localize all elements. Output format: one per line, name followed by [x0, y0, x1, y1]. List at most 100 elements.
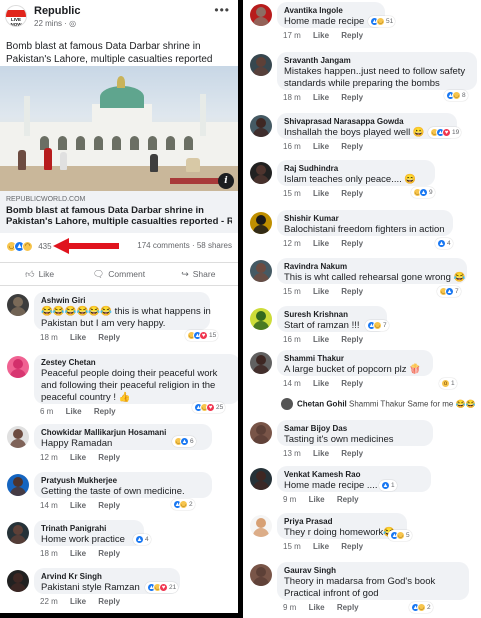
- comment-reactions[interactable]: ◡▲ 9: [411, 187, 435, 198]
- avatar[interactable]: [281, 398, 293, 410]
- comment-like-button[interactable]: Like: [313, 31, 329, 40]
- avatar[interactable]: [250, 162, 272, 184]
- reaction-count[interactable]: ◡▲◠ 435: [6, 241, 52, 252]
- comment-reply-button[interactable]: Reply: [337, 603, 359, 612]
- avatar[interactable]: [250, 515, 272, 537]
- comment-like-button[interactable]: Like: [309, 495, 325, 504]
- comment-author[interactable]: Samar Bijoy Das: [284, 424, 426, 434]
- comment-author[interactable]: Shivaprasad Narasappa Gowda: [284, 117, 450, 127]
- info-icon[interactable]: i: [218, 173, 234, 189]
- comment-reply-button[interactable]: Reply: [341, 31, 363, 40]
- comment-reply-button[interactable]: Reply: [341, 335, 363, 344]
- comment-author[interactable]: Zestey Chetan: [41, 358, 233, 368]
- comment-like-button[interactable]: Like: [313, 335, 329, 344]
- comment-like-button[interactable]: Like: [70, 597, 86, 606]
- avatar[interactable]: [250, 422, 272, 444]
- avatar[interactable]: [7, 522, 29, 544]
- comment-like-button[interactable]: Like: [313, 142, 329, 151]
- link-preview[interactable]: REPUBLICWORLD.COM Bomb blast at famous D…: [0, 191, 238, 233]
- comment-author[interactable]: Trinath Panigrahi: [41, 524, 137, 534]
- like-button[interactable]: 👍︎ Like: [0, 263, 79, 285]
- comment-reactions[interactable]: ▲◡ 7: [365, 320, 389, 331]
- comment-reactions[interactable]: ▲ 1: [379, 480, 397, 491]
- comment-author[interactable]: Arvind Kr Singh: [41, 572, 173, 582]
- comment-like-button[interactable]: Like: [313, 379, 329, 388]
- avatar[interactable]: [250, 352, 272, 374]
- comment-reply-button[interactable]: Reply: [98, 501, 120, 510]
- comment-like-button[interactable]: Like: [313, 189, 329, 198]
- avatar[interactable]: [250, 212, 272, 234]
- comment-like-button[interactable]: Like: [313, 93, 329, 102]
- share-button[interactable]: ↪ Share: [159, 263, 238, 285]
- comment-reactions[interactable]: ▲◡ 5: [388, 530, 412, 541]
- comment-reply-button[interactable]: Reply: [98, 597, 120, 606]
- comment-reply-button[interactable]: Reply: [94, 407, 116, 416]
- comment-reactions[interactable]: ▲◡ 2: [171, 499, 195, 510]
- page-name[interactable]: Republic: [34, 5, 80, 17]
- reply-author[interactable]: Chetan Gohil: [297, 400, 347, 409]
- comment-reply-button[interactable]: Reply: [337, 495, 359, 504]
- shrine-photo[interactable]: i: [0, 66, 238, 191]
- more-options-icon[interactable]: •••: [214, 3, 230, 17]
- comment-author[interactable]: Avantika Ingole: [284, 6, 378, 16]
- avatar[interactable]: [250, 468, 272, 490]
- comment-reply-button[interactable]: Reply: [341, 239, 363, 248]
- avatar[interactable]: [250, 54, 272, 76]
- avatar[interactable]: [250, 4, 272, 26]
- comment-like-button[interactable]: Like: [313, 449, 329, 458]
- comment-like-button[interactable]: Like: [313, 239, 329, 248]
- avatar[interactable]: [7, 474, 29, 496]
- avatar[interactable]: [7, 570, 29, 592]
- comment-reply-button[interactable]: Reply: [341, 449, 363, 458]
- comment-reply-button[interactable]: Reply: [341, 379, 363, 388]
- comment-author[interactable]: Venkat Kamesh Rao: [284, 470, 424, 480]
- comment-author[interactable]: Shammi Thakur: [284, 354, 426, 364]
- comment-reactions[interactable]: ◡▲♥ 15: [185, 330, 219, 341]
- comment-author[interactable]: Raj Sudhindra: [284, 164, 428, 174]
- comment-like-button[interactable]: Like: [66, 407, 82, 416]
- comment-like-button[interactable]: Like: [70, 333, 86, 342]
- comment-reply-button[interactable]: Reply: [341, 93, 363, 102]
- comment-author[interactable]: Sravanth Jangam: [284, 56, 470, 66]
- comment-reply-button[interactable]: Reply: [341, 142, 363, 151]
- comments-shares-count[interactable]: 174 comments · 58 shares: [137, 241, 232, 250]
- comment-like-button[interactable]: Like: [70, 501, 86, 510]
- avatar[interactable]: [250, 564, 272, 586]
- comment-reactions[interactable]: ▲◡ ♥ 21: [145, 582, 179, 593]
- comment-like-button[interactable]: Like: [70, 549, 86, 558]
- comment-author[interactable]: Shishir Kumar: [284, 214, 446, 224]
- comment-reply-button[interactable]: Reply: [98, 549, 120, 558]
- comment-button[interactable]: 🗨︎ Comment: [79, 263, 158, 285]
- comment-like-button[interactable]: Like: [313, 287, 329, 296]
- comment-reactions[interactable]: ▲ 4: [133, 534, 151, 545]
- avatar[interactable]: [250, 308, 272, 330]
- avatar[interactable]: [7, 356, 29, 378]
- comment-author[interactable]: Gaurav Singh: [284, 566, 462, 576]
- comment-reactions[interactable]: o1: [439, 378, 457, 389]
- avatar[interactable]: [250, 115, 272, 137]
- comment-reply-button[interactable]: Reply: [98, 333, 120, 342]
- comment-reactions[interactable]: ▲ 4: [435, 238, 453, 249]
- comment-author[interactable]: Ravindra Nakum: [284, 262, 460, 272]
- comment-author[interactable]: Priya Prasad: [284, 517, 400, 527]
- comment-reactions[interactable]: ◡▲♥ 19: [428, 127, 462, 138]
- comment-reply-button[interactable]: Reply: [341, 542, 363, 551]
- avatar[interactable]: [7, 426, 29, 448]
- comment-reactions[interactable]: ▲◡ ♥ 25: [192, 402, 226, 413]
- avatar[interactable]: [250, 260, 272, 282]
- comment-like-button[interactable]: Like: [309, 603, 325, 612]
- comment-reactions[interactable]: ▲◡ 8: [444, 90, 468, 101]
- comment-reactions[interactable]: ◡▲ 6: [172, 436, 196, 447]
- comment-author[interactable]: Suresh Krishnan: [284, 310, 380, 320]
- comment-reactions[interactable]: ◡▲ 7: [437, 286, 461, 297]
- comment-like-button[interactable]: Like: [313, 542, 329, 551]
- comment-reactions[interactable]: ▲◡ 51: [368, 16, 396, 27]
- comment-reply-button[interactable]: Reply: [98, 453, 120, 462]
- comment-author[interactable]: Pratyush Mukherjee: [41, 476, 205, 486]
- comment-reactions[interactable]: ▲◡ 2: [409, 602, 433, 613]
- comment-like-button[interactable]: Like: [70, 453, 86, 462]
- avatar[interactable]: [7, 294, 29, 316]
- comment-reply-button[interactable]: Reply: [341, 287, 363, 296]
- republic-logo[interactable]: LIVE NOW: [5, 5, 27, 27]
- comment-author[interactable]: Ashwin Giri: [41, 296, 203, 306]
